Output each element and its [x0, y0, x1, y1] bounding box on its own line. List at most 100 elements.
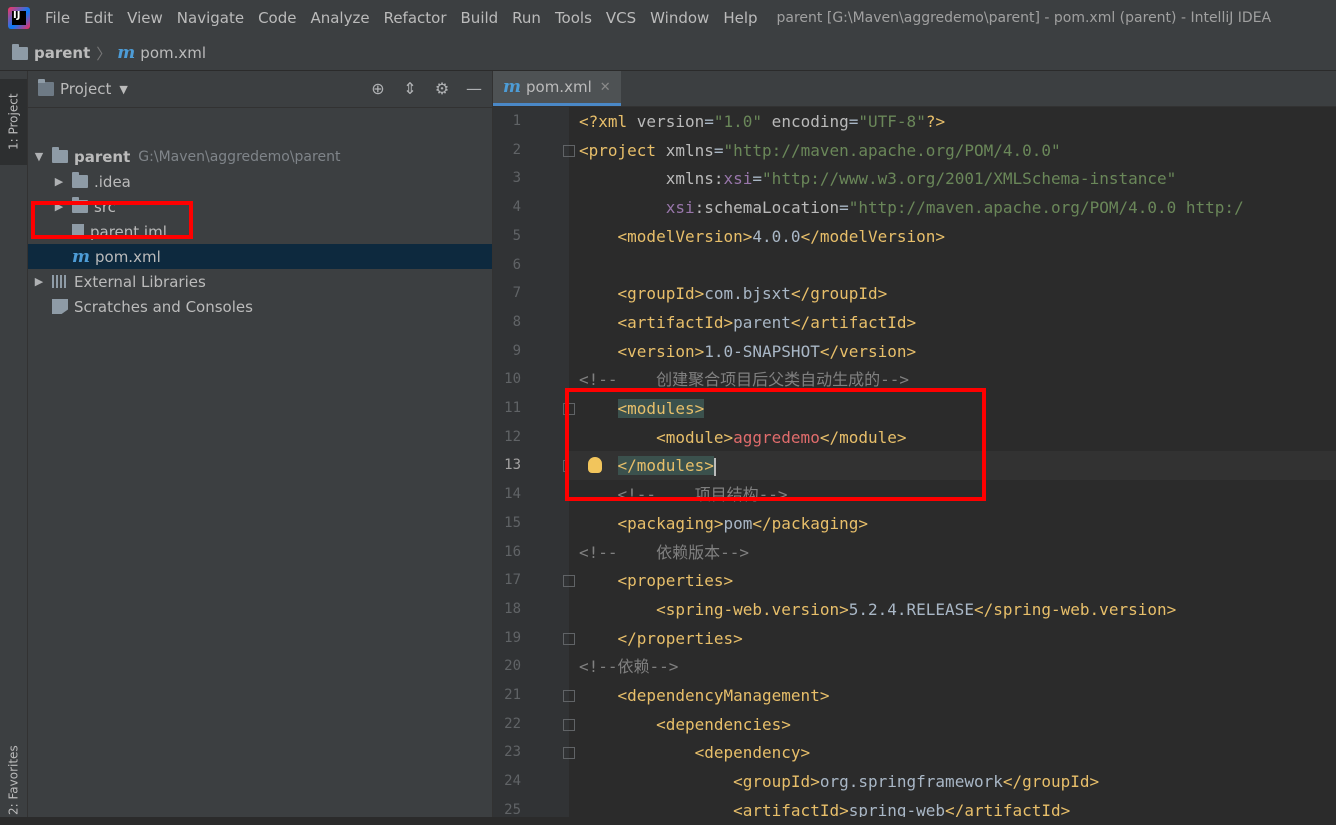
- project-view-icon: [38, 79, 54, 96]
- line-number: 6: [512, 256, 521, 273]
- code-token: xsi: [665, 198, 695, 218]
- code-token: 4.0.0: [752, 226, 801, 246]
- menu-tools[interactable]: Tools: [548, 0, 599, 36]
- code-token: version: [636, 112, 705, 131]
- project-path: G:\Maven\aggredemo\parent: [138, 148, 341, 165]
- code-line: <packaging>pom</packaging>: [579, 509, 868, 538]
- line-number: 22: [504, 715, 521, 732]
- line-number: 25: [504, 801, 521, 818]
- code-line: <modelVersion>4.0.0</modelVersion>: [579, 222, 946, 251]
- line-number: 15: [504, 514, 521, 531]
- menu-bar: IJ File Edit View Navigate Code Analyze Refact…: [0, 0, 1336, 36]
- breadcrumb: parent 〉 m pom.xml: [0, 36, 1336, 71]
- line-number: 24: [504, 773, 521, 790]
- menu-view[interactable]: View: [120, 0, 170, 36]
- gear-icon[interactable]: ⚙: [432, 79, 452, 99]
- menu-file[interactable]: File: [38, 0, 77, 36]
- code-line: <!--依赖-->: [579, 652, 678, 681]
- line-number: 8: [512, 313, 521, 330]
- menu-help[interactable]: Help: [716, 0, 764, 36]
- line-number: 1: [512, 113, 521, 129]
- code-line: <version>1.0-SNAPSHOT</version>: [579, 337, 917, 366]
- chevron-right-icon[interactable]: ▶: [52, 175, 66, 188]
- code-line: xmlns:xsi="http://www.w3.org/2001/XMLSch…: [579, 164, 1177, 193]
- close-icon[interactable]: ✕: [600, 80, 611, 95]
- code-line: <properties>: [579, 566, 734, 595]
- tree-item[interactable]: ▶ .idea: [28, 169, 492, 194]
- tab-pom-xml[interactable]: m pom.xml ✕: [493, 71, 621, 106]
- code-token: <dependency>: [694, 743, 811, 763]
- line-number: 11: [504, 400, 521, 416]
- minimize-icon[interactable]: —: [464, 79, 484, 99]
- code-token: "http://maven.apache.org/POM/4.0.0": [723, 140, 1061, 160]
- code-token: </artifactId>: [790, 312, 917, 332]
- line-number: 14: [504, 486, 521, 503]
- code-line: xsi:schemaLocation="http://maven.apache.…: [579, 193, 1244, 222]
- menu-window[interactable]: Window: [643, 0, 716, 36]
- code-line: <?xml version="1.0" encoding="UTF-8"?>: [579, 107, 945, 136]
- locate-icon[interactable]: ⊕: [368, 79, 388, 99]
- line-number: 17: [504, 572, 521, 589]
- code-token: pom: [723, 513, 753, 533]
- menu-build[interactable]: Build: [454, 0, 506, 36]
- code-token: </version>: [819, 341, 917, 361]
- tree-item[interactable]: m pom.xml: [28, 244, 492, 269]
- line-number: 20: [504, 658, 521, 675]
- tool-window-strip: 1: Project 2: Favorites: [0, 71, 28, 817]
- line-number: 18: [504, 600, 521, 617]
- breadcrumb-file[interactable]: pom.xml: [140, 44, 206, 62]
- chevron-right-icon[interactable]: ▶: [32, 275, 46, 288]
- project-panel-header: Project ▼ ⊕ ⇕ ⚙ —: [28, 71, 492, 108]
- code-line: <groupId>com.bjsxt</groupId>: [579, 279, 888, 308]
- menu-analyze[interactable]: Analyze: [303, 0, 376, 36]
- tree-item[interactable]: ▼ parent G:\Maven\aggredemo\parent: [28, 144, 492, 169]
- menu-code[interactable]: Code: [251, 0, 303, 36]
- code-token: </modelVersion>: [800, 226, 946, 246]
- project-view-selector[interactable]: Project: [60, 80, 111, 98]
- maven-icon: m: [117, 43, 136, 63]
- tree-item-label: .idea: [94, 172, 131, 191]
- favorites-tool-tab[interactable]: 2: Favorites: [0, 743, 27, 817]
- project-tool-tab[interactable]: 1: Project: [0, 79, 27, 165]
- code-token: xmlns: [665, 140, 714, 160]
- menu-navigate[interactable]: Navigate: [170, 0, 251, 36]
- line-number: 3: [512, 170, 521, 187]
- code-token: <!--依赖-->: [579, 657, 679, 677]
- scratch-icon: [52, 299, 68, 314]
- breadcrumb-separator-icon: 〉: [96, 44, 112, 63]
- menu-edit[interactable]: Edit: [77, 0, 120, 36]
- window-title: parent [G:\Maven\aggredemo\parent] - pom…: [776, 10, 1272, 26]
- code-token: =: [704, 112, 714, 131]
- code-token: :schemaLocation: [694, 198, 840, 218]
- menu-refactor[interactable]: Refactor: [377, 0, 454, 36]
- tree-item[interactable]: Scratches and Consoles: [28, 294, 492, 319]
- menu-run[interactable]: Run: [505, 0, 548, 36]
- tree-item[interactable]: ▶ External Libraries: [28, 269, 492, 294]
- chevron-down-icon[interactable]: ▼: [119, 83, 127, 96]
- code-line: <groupId>org.springframework</groupId>: [579, 767, 1099, 796]
- breadcrumb-root[interactable]: parent: [34, 44, 90, 62]
- collapse-all-icon[interactable]: ⇕: [400, 79, 420, 99]
- code-token: xmlns:: [665, 169, 724, 189]
- code-token: 5.2.4.RELEASE: [848, 599, 974, 619]
- code-token: <project: [579, 140, 666, 160]
- code-token: 1.0-SNAPSHOT: [704, 341, 820, 361]
- code-line: <spring-web.version>5.2.4.RELEASE</sprin…: [579, 595, 1176, 624]
- menu-vcs[interactable]: VCS: [599, 0, 643, 36]
- code-line: <project xmlns="http://maven.apache.org/…: [579, 136, 1061, 165]
- line-number: 19: [504, 629, 521, 646]
- code-token: "UTF-8": [858, 112, 926, 131]
- line-number: 2: [512, 141, 521, 158]
- chevron-down-icon[interactable]: ▼: [32, 150, 46, 163]
- code-token: <artifactId>: [733, 800, 849, 817]
